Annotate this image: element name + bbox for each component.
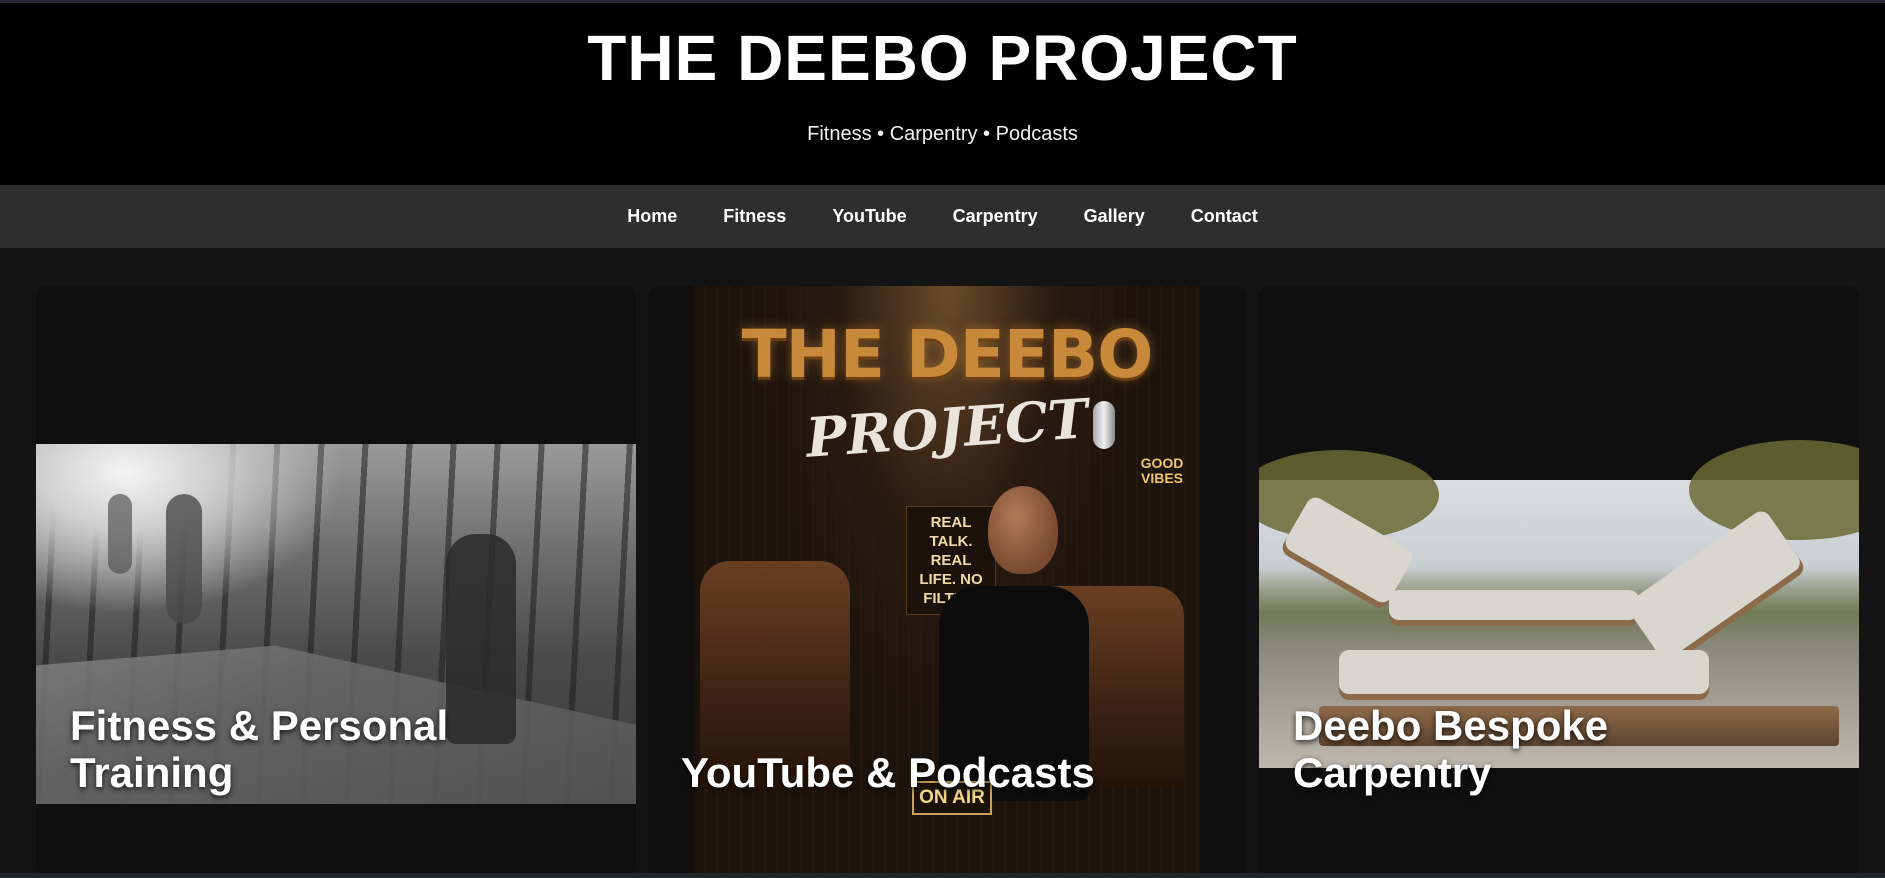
fitness-card[interactable]: Fitness & Personal Training (36, 286, 636, 878)
carpentry-card-label-line1: Deebo Bespoke (1293, 702, 1609, 749)
youtube-card[interactable]: THE DEEBO PROJECT REAL TALK. REAL LIFE. … (648, 286, 1246, 878)
site-header: THE DEEBO PROJECT Fitness • Carpentry • … (0, 3, 1885, 185)
poster-vibes-sign: GOOD VIBES (1140, 455, 1184, 486)
fitness-runner-figure-2 (166, 494, 202, 624)
poster-subtitle: PROJECT (803, 386, 1091, 470)
site-title: THE DEEBO PROJECT (587, 22, 1298, 94)
carpentry-lounger-cushion (1389, 590, 1639, 620)
nav-item-fitness[interactable]: Fitness (723, 206, 786, 227)
nav-item-contact[interactable]: Contact (1191, 206, 1258, 227)
carpentry-card[interactable]: Deebo Bespoke Carpentry (1259, 286, 1859, 878)
site-tagline: Fitness • Carpentry • Podcasts (807, 123, 1078, 145)
fitness-runner-figure-3 (108, 494, 132, 574)
window-bottom-strip (0, 873, 1885, 878)
nav-item-carpentry[interactable]: Carpentry (953, 206, 1038, 227)
poster-host-head (988, 486, 1058, 574)
youtube-card-label: YouTube & Podcasts (681, 749, 1095, 796)
fitness-card-label: Fitness & Personal Training (70, 702, 448, 796)
poster-title: THE DEEBO (741, 316, 1154, 393)
nav-item-gallery[interactable]: Gallery (1084, 206, 1145, 227)
nav-item-youtube[interactable]: YouTube (832, 206, 906, 227)
carpentry-card-label-line2: Carpentry (1293, 749, 1492, 796)
carpentry-lounger-cushion-2 (1339, 650, 1709, 694)
carpentry-lounger-back-2 (1624, 507, 1804, 663)
fitness-runner-figure (446, 534, 516, 744)
fitness-card-label-line1: Fitness & Personal (70, 702, 449, 749)
main-nav: Home Fitness YouTube Carpentry Gallery C… (0, 185, 1885, 248)
carpentry-card-label: Deebo Bespoke Carpentry (1293, 702, 1608, 796)
microphone-icon (1093, 401, 1115, 449)
fitness-card-label-line2: Training (70, 749, 234, 796)
nav-item-home[interactable]: Home (627, 206, 677, 227)
